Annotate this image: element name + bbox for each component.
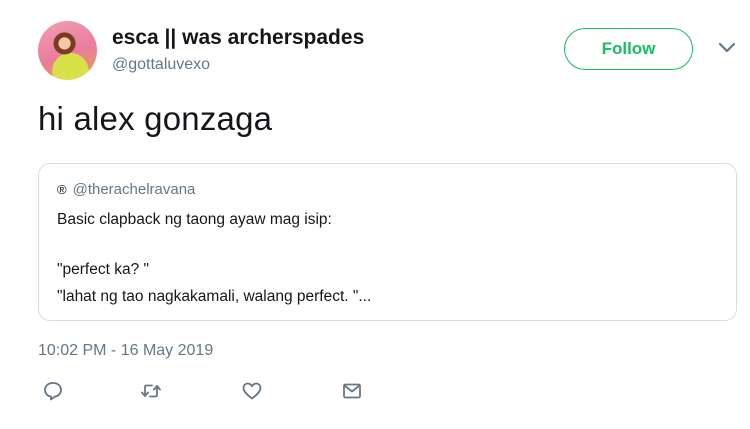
quoted-text-line: "lahat ng tao nagkakamali, walang perfec… <box>57 288 372 305</box>
quoted-tweet-card[interactable]: ® @therachelravana Basic clapback ng tao… <box>38 163 737 321</box>
quoted-badge: ® <box>57 182 67 197</box>
user-handle[interactable]: @gottaluvexo <box>112 56 210 74</box>
quoted-text-line: "perfect ka? " <box>57 261 149 278</box>
like-icon[interactable] <box>241 380 263 402</box>
retweet-icon[interactable] <box>140 380 162 402</box>
reply-icon[interactable] <box>42 380 64 402</box>
quoted-text-line: Basic clapback ng taong ayaw mag isip: <box>57 211 332 228</box>
tweet-text: hi alex gonzaga <box>38 100 273 137</box>
chevron-down-icon[interactable] <box>718 41 736 55</box>
dm-icon[interactable] <box>341 380 363 402</box>
follow-button[interactable]: Follow <box>564 28 693 70</box>
quoted-tweet-header: ® @therachelravana <box>57 181 195 198</box>
display-name[interactable]: esca || was archerspades <box>112 26 364 50</box>
tweet-timestamp[interactable]: 10:02 PM - 16 May 2019 <box>38 342 213 360</box>
quoted-user-handle[interactable]: @therachelravana <box>73 181 196 198</box>
avatar[interactable] <box>38 21 97 80</box>
